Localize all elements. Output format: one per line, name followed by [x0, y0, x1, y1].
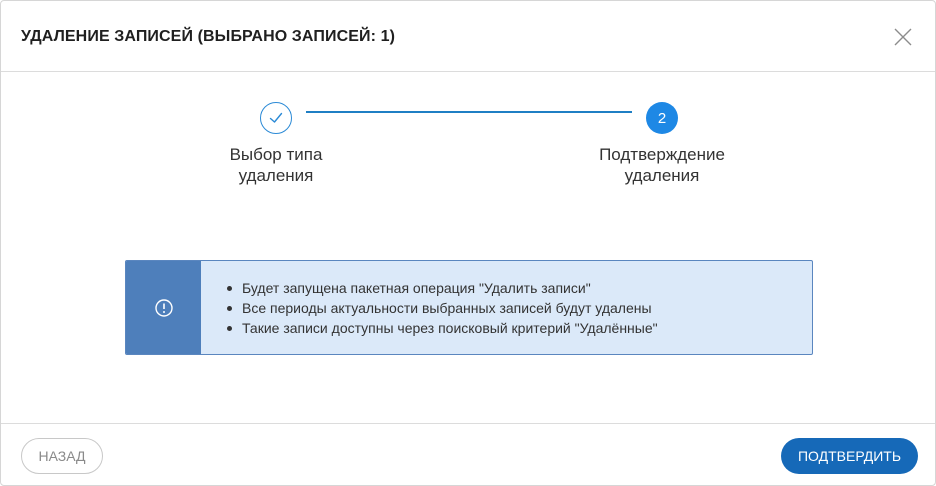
info-item: Такие записи доступны через поисковый кр…	[222, 318, 658, 338]
delete-records-dialog: УДАЛЕНИЕ ЗАПИСЕЙ (ВЫБРАНО ЗАПИСЕЙ: 1) Вы…	[0, 0, 936, 486]
step-1-indicator	[260, 102, 292, 134]
stepper: Выбор типа удаления 2 Подтверждение удал…	[1, 1, 935, 201]
step-2-label: Подтверждение удаления	[599, 145, 725, 185]
exclamation-circle-icon	[154, 298, 173, 317]
back-button[interactable]: НАЗАД	[21, 438, 103, 474]
info-item: Все периоды актуальности выбранных запис…	[222, 298, 658, 318]
info-list: Будет запущена пакетная операция "Удалит…	[222, 278, 658, 338]
info-item: Будет запущена пакетная операция "Удалит…	[222, 278, 658, 298]
step-2-indicator: 2	[646, 102, 678, 134]
info-icon-panel	[126, 261, 201, 354]
step-2-number: 2	[657, 109, 667, 127]
dialog-footer: НАЗАД ПОДТВЕРДИТЬ	[1, 423, 935, 485]
step-1-label: Выбор типа удаления	[229, 145, 323, 185]
info-message: Будет запущена пакетная операция "Удалит…	[125, 260, 813, 355]
check-icon	[269, 112, 283, 123]
confirm-button[interactable]: ПОДТВЕРДИТЬ	[781, 438, 918, 474]
step-connector	[306, 111, 632, 113]
